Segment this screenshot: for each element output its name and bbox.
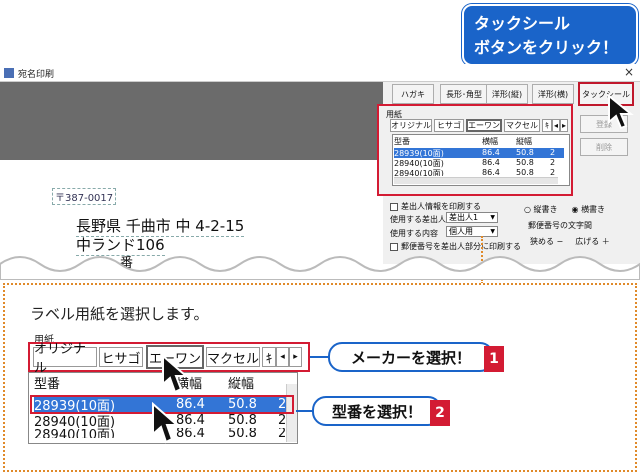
- zoom-tab-original[interactable]: オリジナル: [33, 342, 97, 376]
- app-icon: [4, 68, 14, 78]
- cell-model: 28940(10面): [394, 169, 444, 176]
- sender-select[interactable]: 差出人1 ▼: [446, 212, 498, 223]
- preview-gray-area: [0, 82, 383, 160]
- cell-height: 50.8: [516, 158, 534, 167]
- sender-value: 差出人1: [449, 213, 479, 222]
- cell-width: 86.4: [482, 168, 500, 176]
- content-select[interactable]: 個人用 ▼: [446, 226, 498, 237]
- delete-button[interactable]: 削除: [580, 138, 628, 156]
- col-model: 型番: [394, 137, 410, 146]
- narrow-label: 狭める: [530, 237, 554, 246]
- narrow-button[interactable]: 狭める −: [530, 236, 563, 247]
- orientation-group: ○ 縦書き ◉ 横書き: [524, 204, 605, 215]
- radio-horizontal[interactable]: ◉ 横書き: [572, 204, 606, 215]
- col-width: 横幅: [482, 137, 498, 146]
- window-title: 宛名印刷: [18, 70, 55, 80]
- cursor-arrow-icon: [608, 94, 634, 130]
- chevron-down-icon: ▼: [490, 214, 495, 221]
- widen-button[interactable]: 広げる ＋: [575, 236, 610, 247]
- tab-more[interactable]: ｷ: [542, 119, 552, 132]
- zoom-cell-width: 86.4: [176, 428, 205, 438]
- tab-original[interactable]: オリジナル: [390, 119, 432, 132]
- zoom-col-height: 縦幅: [228, 377, 255, 392]
- cell-height: 50.8: [516, 168, 534, 176]
- cell-width: 86.4: [482, 158, 500, 167]
- postal-code: 〒387-0017: [52, 188, 117, 205]
- list-item[interactable]: 28939(10面) 86.4 50.8 2: [394, 148, 564, 158]
- cell-model: 28939(10面): [394, 149, 444, 158]
- cursor-arrow-icon: [162, 354, 189, 394]
- western-vertical-button[interactable]: 洋形(縦): [486, 84, 528, 104]
- zoom-tab-scroll-left[interactable]: ◂: [276, 347, 289, 367]
- cell-extra: 2: [550, 158, 556, 167]
- postal-spacing-label: 郵便番号の文字間: [528, 221, 592, 230]
- col-height: 縦幅: [516, 137, 532, 146]
- wave-separator: [0, 256, 640, 280]
- zoom-col-model: 型番: [34, 377, 61, 392]
- horizontal-scrollbar[interactable]: [394, 177, 558, 184]
- list-item[interactable]: 28940(10面) 86.4 50.8 2: [394, 168, 564, 176]
- content-label: 使用する内容: [390, 229, 438, 238]
- postal-spacing-controls: 狭める − 広げる ＋: [530, 236, 610, 247]
- cell-extra: 2: [550, 148, 556, 157]
- zoom-tab-hisago[interactable]: ヒサゴ: [99, 347, 143, 367]
- print-sender-checkbox[interactable]: [390, 202, 398, 211]
- list-header: 型番 横幅 縦幅: [394, 136, 564, 146]
- close-icon[interactable]: ×: [624, 65, 634, 79]
- callout-line-2: ボタンをクリック！: [474, 38, 619, 57]
- cell-model: 28940(10面): [394, 159, 444, 168]
- tab-scroll-right[interactable]: ▸: [560, 119, 568, 132]
- western-horizontal-button[interactable]: 洋形(横): [532, 84, 574, 104]
- zoom-cell-height: 50.8: [228, 413, 257, 428]
- callout-1-connector: [310, 356, 330, 358]
- zoom-tab-more[interactable]: ｷ: [262, 347, 276, 367]
- envelope-long-button[interactable]: 長形･角型: [440, 84, 488, 104]
- chevron-down-icon: ▼: [490, 228, 495, 235]
- hagaki-button[interactable]: ハガキ: [392, 84, 434, 104]
- radio-vertical-label: 縦書き: [533, 205, 558, 214]
- cell-width: 86.4: [482, 148, 500, 157]
- title-bar: [0, 64, 640, 82]
- tab-maxell[interactable]: マクセル: [504, 119, 540, 132]
- step-1-badge: 1: [484, 346, 504, 372]
- zoom-cell-height: 50.8: [228, 428, 257, 438]
- tab-hisago[interactable]: ヒサゴ: [434, 119, 464, 132]
- zoom-tab-scroll-right[interactable]: ▸: [289, 347, 302, 367]
- widen-label: 広げる: [575, 237, 600, 246]
- tab-scroll-left[interactable]: ◂: [552, 119, 560, 132]
- callout-select-maker: メーカーを選択！: [328, 342, 494, 372]
- cell-height: 50.8: [516, 148, 534, 157]
- list-item[interactable]: 28940(10面) 86.4 50.8 2: [394, 158, 564, 168]
- radio-vertical[interactable]: ○ 縦書き: [524, 204, 558, 215]
- step-2-badge: 2: [430, 400, 450, 426]
- cursor-arrow-icon: [152, 402, 180, 444]
- sender-label: 使用する差出人: [390, 215, 446, 224]
- radio-horizontal-label: 横書き: [581, 205, 606, 214]
- print-sender-option[interactable]: 差出人情報を印刷する: [390, 201, 481, 212]
- cell-extra: 2: [550, 168, 556, 176]
- callout-line-1: タックシール: [474, 14, 571, 33]
- col-extra: [550, 136, 560, 146]
- zoom-cell-width: 86.4: [176, 413, 205, 428]
- tab-a-one[interactable]: エーワン: [466, 119, 502, 132]
- callout-select-model: 型番を選択！: [312, 396, 442, 426]
- zoom-tab-maxell[interactable]: マクセル: [206, 347, 260, 367]
- print-sender-label: 差出人情報を印刷する: [401, 202, 481, 211]
- zoom-heading: ラベル用紙を選択します。: [30, 305, 209, 323]
